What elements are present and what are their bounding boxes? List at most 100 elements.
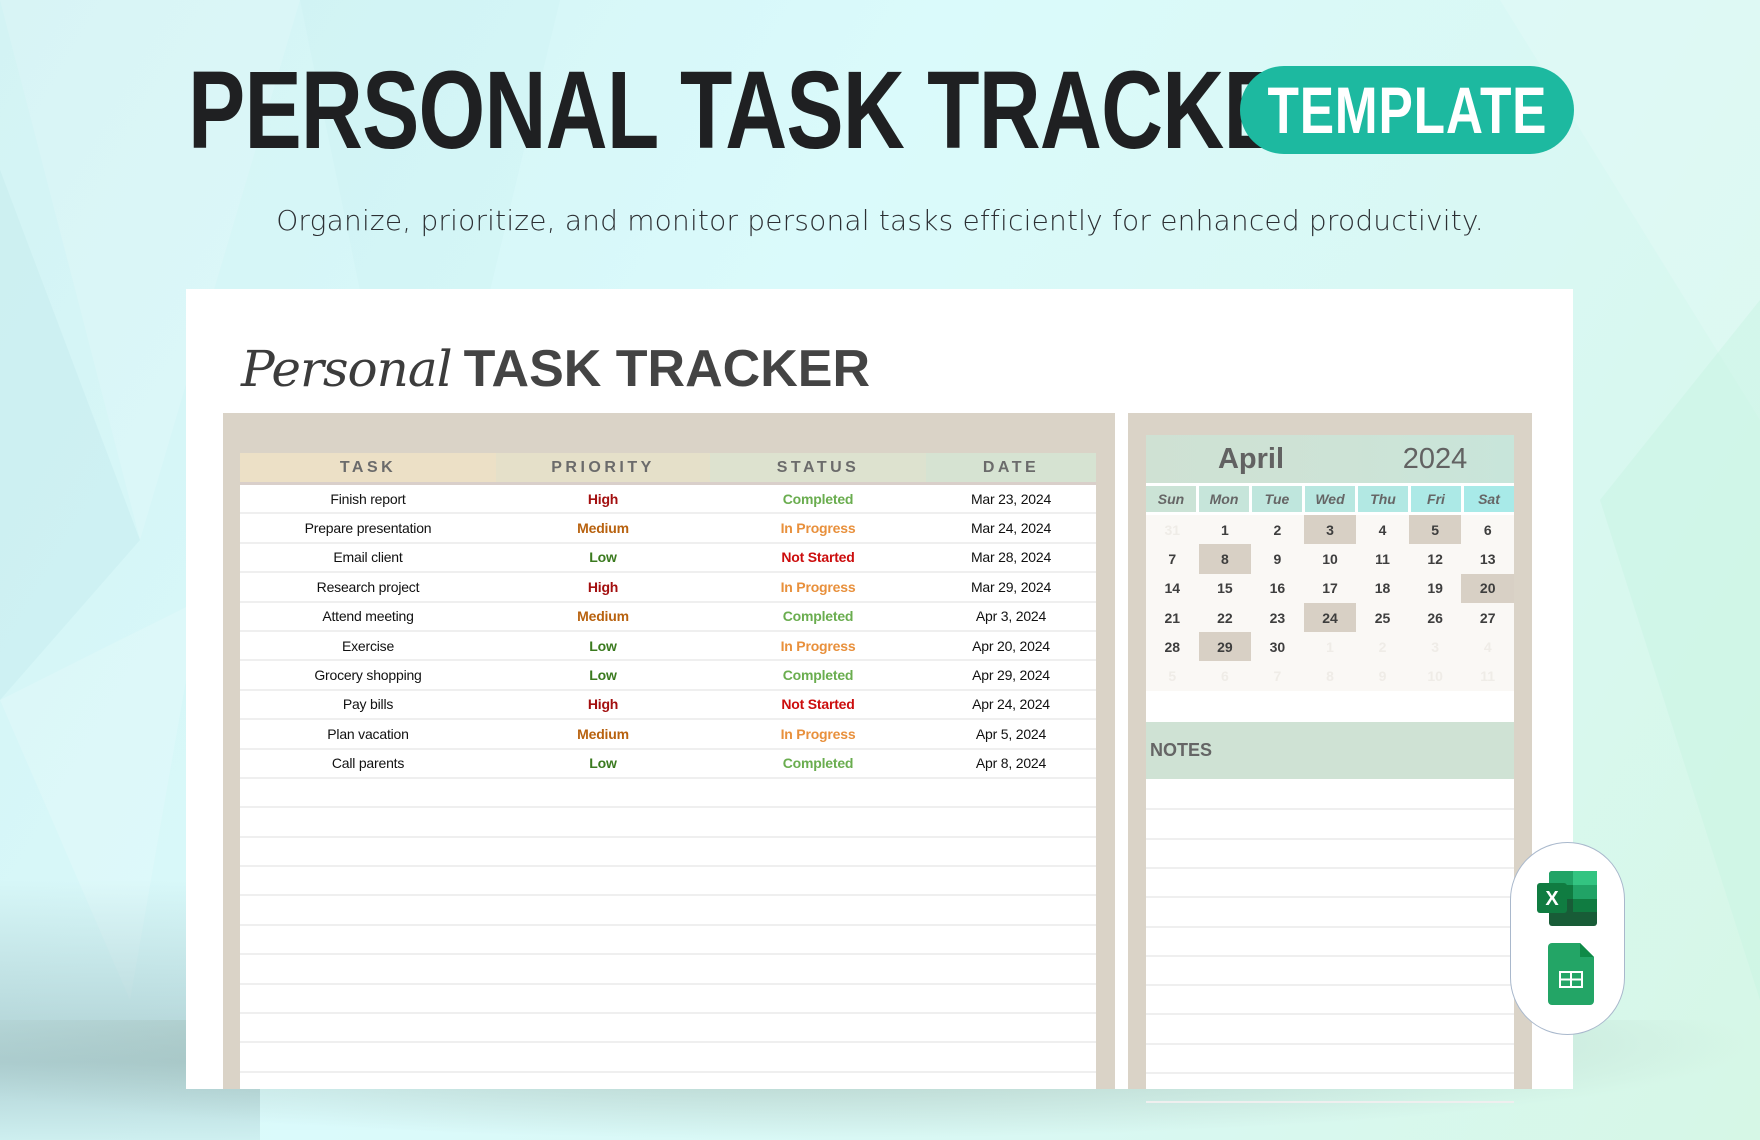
calendar-day[interactable]: 26 [1409,603,1462,632]
calendar-day[interactable]: 11 [1356,544,1409,573]
date-cell[interactable]: Mar 28, 2024 [926,544,1096,571]
task-cell[interactable]: Finish report [240,485,496,512]
calendar-day-other-month[interactable]: 31 [1146,515,1199,544]
calendar-day[interactable]: 29 [1198,632,1252,662]
calendar-year[interactable]: 2024 [1356,435,1514,483]
empty-cell[interactable] [240,985,496,1012]
calendar-day[interactable]: 16 [1251,574,1304,603]
status-cell[interactable]: Completed [710,485,926,512]
empty-cell[interactable] [240,926,496,953]
priority-cell[interactable]: High [496,573,710,600]
column-header-status[interactable]: STATUS [710,453,926,482]
calendar-day-other-month[interactable]: 9 [1356,661,1409,690]
priority-cell[interactable]: Medium [496,514,710,541]
empty-cell[interactable] [926,838,1096,865]
empty-table-row[interactable] [240,926,1096,956]
task-cell[interactable]: Exercise [240,632,496,659]
empty-table-row[interactable] [240,985,1096,1015]
column-header-priority[interactable]: PRIORITY [496,453,710,482]
empty-cell[interactable] [926,1043,1096,1070]
empty-cell[interactable] [496,1014,710,1041]
status-cell[interactable]: Not Started [710,691,926,718]
excel-icon[interactable]: X [1537,871,1597,926]
google-sheets-icon[interactable] [1548,943,1594,1005]
empty-cell[interactable] [240,896,496,923]
calendar-day-other-month[interactable]: 4 [1461,632,1514,661]
empty-cell[interactable] [926,896,1096,923]
task-cell[interactable]: Grocery shopping [240,661,496,688]
empty-table-row[interactable] [240,779,1096,809]
calendar-day[interactable]: 25 [1356,603,1409,632]
priority-cell[interactable]: High [496,691,710,718]
calendar-day[interactable]: 30 [1251,632,1304,661]
calendar-day[interactable]: 7 [1146,544,1199,573]
calendar-day[interactable]: 9 [1251,544,1304,573]
empty-cell[interactable] [496,985,710,1012]
calendar-day-other-month[interactable]: 1 [1304,632,1357,661]
calendar-day[interactable]: 13 [1461,544,1514,573]
empty-cell[interactable] [710,838,926,865]
calendar-day[interactable]: 12 [1409,544,1462,573]
priority-cell[interactable]: Low [496,544,710,571]
empty-cell[interactable] [926,1014,1096,1041]
empty-cell[interactable] [710,1014,926,1041]
empty-table-row[interactable] [240,955,1096,985]
empty-cell[interactable] [496,808,710,835]
empty-cell[interactable] [496,1043,710,1070]
empty-cell[interactable] [240,1014,496,1041]
date-cell[interactable]: Mar 23, 2024 [926,485,1096,512]
priority-cell[interactable]: High [496,485,710,512]
empty-table-row[interactable] [240,1014,1096,1044]
empty-cell[interactable] [926,808,1096,835]
date-cell[interactable]: Mar 29, 2024 [926,573,1096,600]
calendar-day-other-month[interactable]: 2 [1356,632,1409,661]
calendar-day[interactable]: 15 [1199,574,1252,603]
empty-table-row[interactable] [240,867,1096,897]
empty-cell[interactable] [926,955,1096,982]
status-cell[interactable]: In Progress [710,720,926,747]
empty-cell[interactable] [496,926,710,953]
calendar-day[interactable]: 4 [1356,515,1409,544]
calendar-month[interactable]: April [1146,435,1356,483]
calendar-day[interactable]: 18 [1356,574,1409,603]
date-cell[interactable]: Apr 8, 2024 [926,750,1096,777]
empty-cell[interactable] [926,779,1096,806]
empty-cell[interactable] [710,955,926,982]
empty-cell[interactable] [496,955,710,982]
calendar-day[interactable]: 17 [1304,574,1357,603]
calendar-day[interactable]: 10 [1304,544,1357,573]
calendar-day[interactable]: 3 [1303,515,1357,545]
empty-cell[interactable] [496,838,710,865]
task-cell[interactable]: Email client [240,544,496,571]
date-cell[interactable]: Apr 5, 2024 [926,720,1096,747]
empty-cell[interactable] [240,779,496,806]
priority-cell[interactable]: Low [496,661,710,688]
calendar-day[interactable]: 1 [1199,515,1252,544]
empty-cell[interactable] [240,1043,496,1070]
empty-cell[interactable] [926,985,1096,1012]
task-cell[interactable]: Prepare presentation [240,514,496,541]
empty-table-row[interactable] [240,838,1096,868]
empty-cell[interactable] [710,926,926,953]
calendar-day-other-month[interactable]: 10 [1409,661,1462,690]
calendar-day[interactable]: 2 [1251,515,1304,544]
calendar-day[interactable]: 5 [1408,515,1462,545]
status-cell[interactable]: In Progress [710,514,926,541]
calendar-day-other-month[interactable]: 6 [1199,661,1252,690]
calendar-day[interactable]: 23 [1251,603,1304,632]
calendar-day-other-month[interactable]: 3 [1409,632,1462,661]
empty-table-row[interactable] [240,1043,1096,1073]
calendar-day-other-month[interactable]: 7 [1251,661,1304,690]
date-cell[interactable]: Apr 20, 2024 [926,632,1096,659]
calendar-day[interactable]: 21 [1146,603,1199,632]
column-header-date[interactable]: DATE [926,453,1096,482]
task-cell[interactable]: Research project [240,573,496,600]
date-cell[interactable]: Mar 24, 2024 [926,514,1096,541]
calendar-day-other-month[interactable]: 11 [1461,661,1514,690]
empty-cell[interactable] [710,779,926,806]
task-cell[interactable]: Pay bills [240,691,496,718]
calendar-day[interactable]: 22 [1199,603,1252,632]
empty-cell[interactable] [240,838,496,865]
status-cell[interactable]: In Progress [710,573,926,600]
calendar-day[interactable]: 8 [1198,544,1252,574]
